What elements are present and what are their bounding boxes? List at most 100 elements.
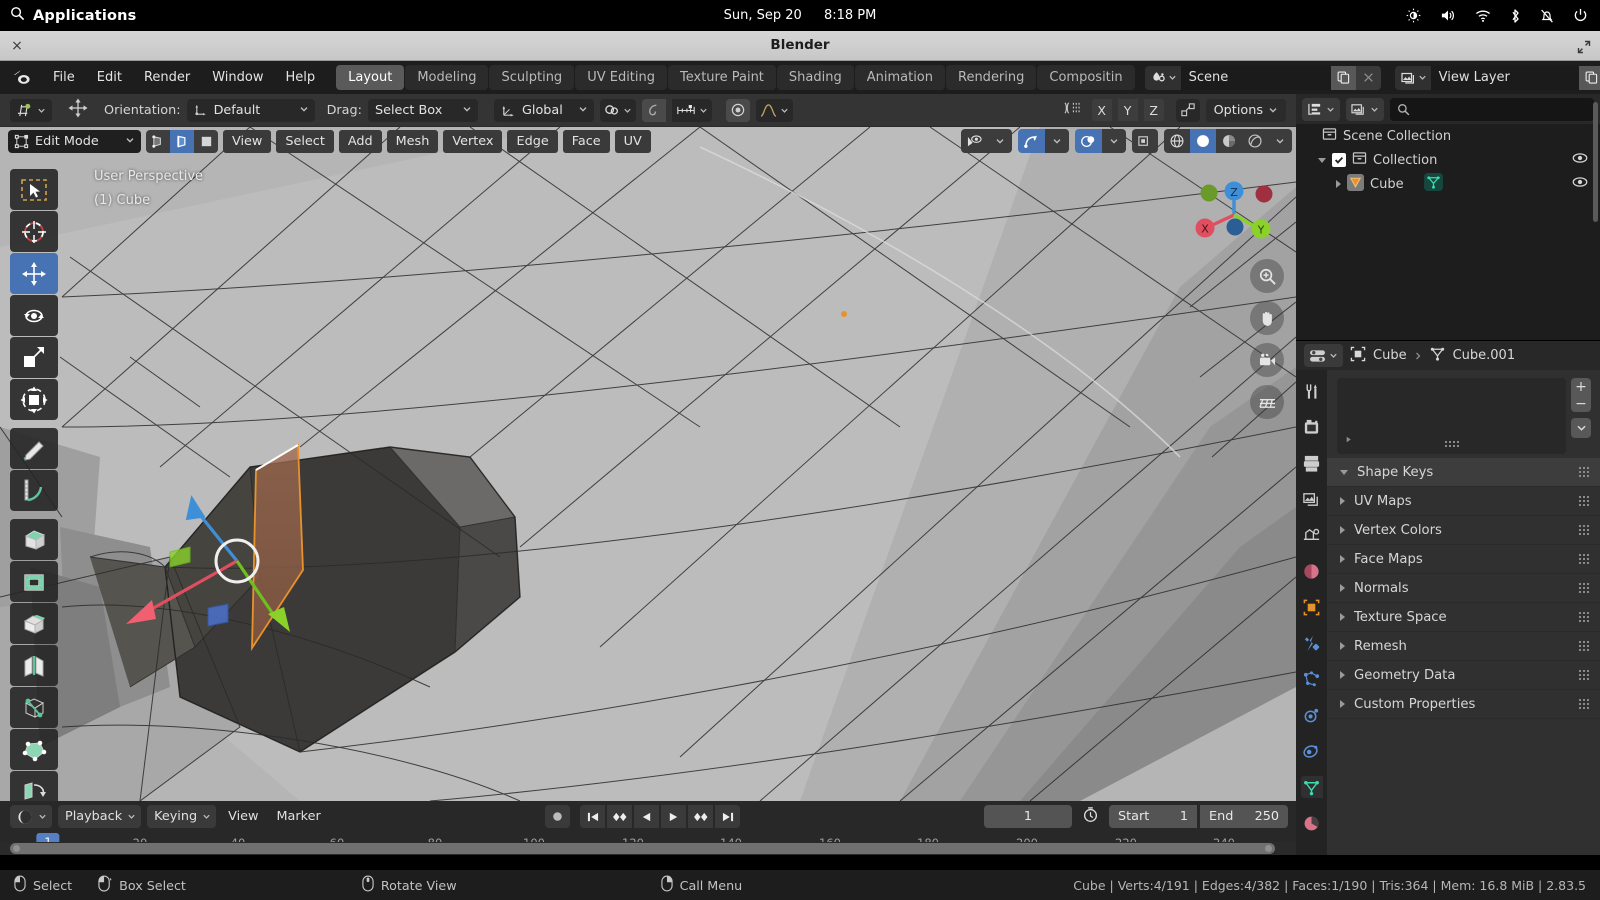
tool-loop-cut[interactable] (10, 645, 58, 686)
panel-drag-grip-icon[interactable] (1579, 496, 1589, 506)
chevron-right-icon[interactable] (1340, 497, 1345, 505)
tab-compositing[interactable]: Compositin (1037, 65, 1135, 90)
toggle-xray-icon[interactable] (1132, 129, 1158, 153)
volume-icon[interactable] (1440, 8, 1456, 23)
eye-icon[interactable] (1572, 176, 1588, 192)
tab-sculpting[interactable]: Sculpting (489, 65, 575, 90)
timeline-view-menu[interactable]: View (222, 809, 264, 824)
scene-name-field[interactable]: Scene (1180, 65, 1331, 90)
tool-bevel[interactable] (10, 603, 58, 644)
uv-correct-toggle[interactable] (1175, 98, 1200, 122)
rendered-shading-icon[interactable] (1242, 129, 1268, 153)
show-overlays-icon[interactable] (1075, 129, 1102, 153)
chevron-right-icon[interactable] (1340, 584, 1345, 592)
shape-keys-specials-button[interactable] (1571, 418, 1591, 438)
panel-drag-grip-icon[interactable] (1579, 525, 1589, 535)
tool-inset-faces[interactable] (10, 561, 58, 602)
tab-world-icon[interactable] (1301, 560, 1323, 582)
mirror-y-toggle[interactable]: Y (1117, 99, 1138, 121)
proportional-editing-toggle[interactable] (725, 98, 750, 122)
camera-view-icon[interactable] (1250, 343, 1284, 377)
os-clock[interactable]: Sun, Sep 20 8:18 PM (0, 8, 1600, 23)
pan-hand-icon[interactable] (1250, 301, 1284, 335)
panel-custom-properties[interactable]: Custom Properties (1327, 690, 1600, 719)
chevron-down-icon[interactable] (988, 129, 1012, 153)
tool-spin[interactable] (10, 771, 58, 801)
tab-tool-icon[interactable] (1301, 380, 1323, 402)
outliner-row-scene-collection[interactable]: Scene Collection (1296, 124, 1600, 148)
breadcrumb-mesh[interactable]: Cube.001 (1453, 348, 1516, 363)
transform-orientation-select[interactable]: Global (493, 98, 594, 122)
tool-tweak-select[interactable] (10, 169, 58, 210)
3d-viewport[interactable]: User Perspective (1) Cube Z X Y (0, 127, 1296, 801)
tab-animation[interactable]: Animation (854, 65, 945, 90)
tab-particles-icon[interactable] (1301, 668, 1323, 690)
use-preview-range-icon[interactable] (1082, 806, 1099, 827)
solid-shading-icon[interactable] (1190, 129, 1216, 153)
vertex-select-icon[interactable] (146, 129, 170, 153)
chevron-right-icon[interactable] (1340, 555, 1345, 563)
blender-logo-icon[interactable] (12, 67, 32, 89)
panel-drag-grip-icon[interactable] (1579, 612, 1589, 622)
panel-shape-keys[interactable]: Shape Keys (1327, 458, 1600, 487)
scrollbar-thumb[interactable] (10, 843, 1275, 854)
bluetooth-icon[interactable] (1510, 8, 1521, 24)
chevron-down-icon[interactable] (1268, 129, 1292, 153)
menu-help[interactable]: Help (275, 66, 327, 89)
panel-drag-grip-icon[interactable] (1579, 699, 1589, 709)
tab-object-data-icon[interactable] (1300, 776, 1323, 798)
chevron-down-icon[interactable] (1102, 129, 1126, 153)
chevron-down-icon[interactable] (1318, 157, 1326, 163)
scene-browse-icon[interactable] (1144, 65, 1181, 90)
panel-drag-grip-icon[interactable] (1579, 670, 1589, 680)
breadcrumb-object[interactable]: Cube (1373, 348, 1407, 363)
timeline-keying-menu[interactable]: Keying (147, 805, 217, 828)
show-gizmo-icon[interactable] (1018, 129, 1045, 153)
tab-uv-editing[interactable]: UV Editing (575, 65, 668, 90)
add-shape-key-button[interactable]: + (1571, 378, 1591, 395)
jump-start-icon[interactable] (580, 805, 605, 828)
view-layer-new-button[interactable] (1578, 65, 1600, 90)
tab-shading[interactable]: Shading (776, 65, 854, 90)
start-frame-field[interactable]: Start 1 (1109, 805, 1197, 828)
timeline-playback-menu[interactable]: Playback (58, 805, 142, 828)
remove-shape-key-button[interactable]: − (1571, 395, 1591, 412)
viewport-menu-uv[interactable]: UV (614, 129, 651, 153)
notifications-muted-icon[interactable] (1540, 8, 1554, 24)
collection-checkbox[interactable] (1332, 153, 1346, 167)
panel-vertex-colors[interactable]: Vertex Colors (1327, 516, 1600, 545)
viewport-menu-vertex[interactable]: Vertex (443, 129, 503, 153)
scene-remove-button[interactable] (1355, 65, 1381, 90)
falloff-curve-select[interactable] (755, 98, 793, 122)
tab-modeling[interactable]: Modeling (405, 65, 489, 90)
chevron-right-icon[interactable] (1340, 526, 1345, 534)
wifi-icon[interactable] (1475, 9, 1491, 23)
viewport-menu-mesh[interactable]: Mesh (386, 129, 439, 153)
end-frame-field[interactable]: End 250 (1200, 805, 1288, 828)
tool-measure[interactable] (10, 470, 58, 511)
panel-drag-grip-icon[interactable] (1579, 554, 1589, 564)
tab-object-icon[interactable] (1301, 596, 1323, 618)
tab-scene-icon[interactable] (1301, 524, 1323, 546)
tab-modifier-icon[interactable] (1301, 632, 1323, 654)
outliner-row-collection[interactable]: Collection (1296, 148, 1600, 172)
tab-layout[interactable]: Layout (336, 65, 405, 90)
viewport-menu-edge[interactable]: Edge (507, 129, 558, 153)
brightness-icon[interactable] (1406, 8, 1421, 23)
menu-window[interactable]: Window (201, 66, 274, 89)
panel-uv-maps[interactable]: UV Maps (1327, 487, 1600, 516)
timeline-editor-type-icon[interactable] (10, 805, 52, 828)
viewport-menu-view[interactable]: View (223, 129, 272, 153)
panel-drag-grip-icon[interactable] (1579, 641, 1589, 651)
interaction-mode-select[interactable]: Edit Mode (8, 129, 141, 153)
panel-remesh[interactable]: Remesh (1327, 632, 1600, 661)
panel-geometry-data[interactable]: Geometry Data (1327, 661, 1600, 690)
tab-output-icon[interactable] (1301, 452, 1323, 474)
chevron-right-icon[interactable] (1336, 180, 1341, 188)
chevron-right-icon[interactable] (1340, 642, 1345, 650)
chevron-down-icon[interactable] (1340, 469, 1348, 475)
outliner-scrollbar[interactable] (1593, 102, 1598, 222)
shape-keys-list[interactable] (1337, 378, 1566, 454)
expand-triangle-icon[interactable] (1344, 429, 1353, 448)
tool-cursor[interactable] (10, 211, 58, 252)
